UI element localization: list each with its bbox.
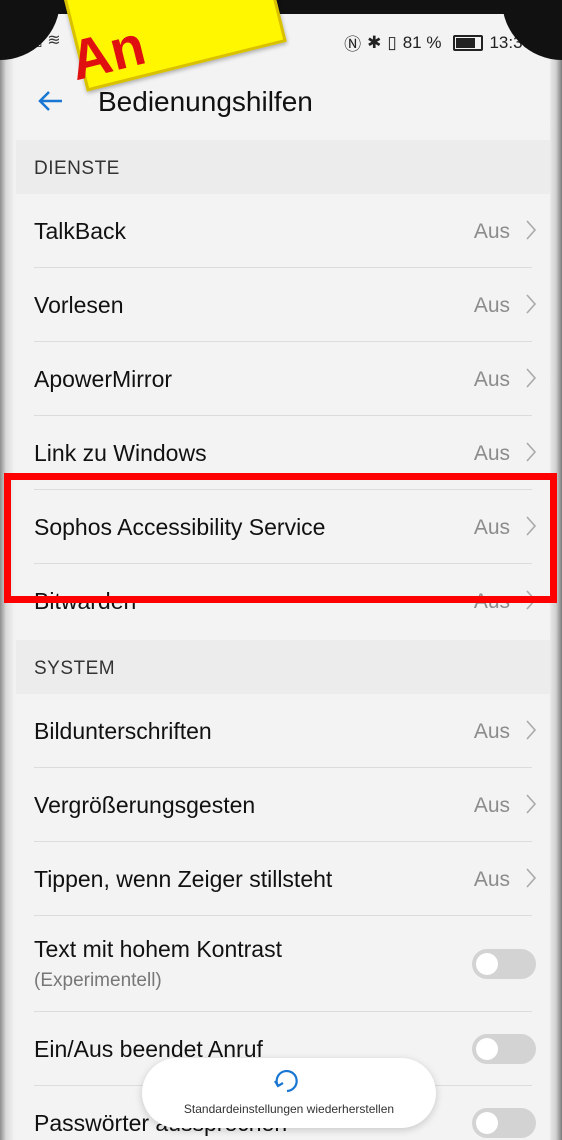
list-item-label: Vorlesen [34,292,124,318]
nfc-icon: Ⓝ [344,35,362,54]
list-item-sublabel: (Experimentell) [34,970,162,991]
power-ends-call-toggle[interactable] [472,1034,536,1064]
list-item-label: TalkBack [34,218,127,244]
chevron-right-icon [526,220,537,240]
refresh-icon [274,1069,298,1093]
high-contrast-toggle[interactable] [472,949,536,979]
section-header-dienste: DIENSTE [16,140,550,194]
list-item-value: Aus [473,720,510,743]
list-item-label: Text mit hohem Kontrast [34,936,282,962]
list-item-value: Aus [473,868,510,891]
battery-icon [453,34,484,51]
list-item-value: Aus [473,368,510,391]
section-header-system: SYSTEM [16,640,550,694]
list-item-label: Link zu Windows [34,440,207,466]
battery-percent: 81 % [402,32,442,52]
chevron-right-icon [526,294,537,314]
bluetooth-icon: ✱ [367,32,382,52]
restore-defaults-label: Standardeinstellungen wiederherstellen [183,1102,395,1116]
annotation-highlight-box [4,473,557,603]
chevron-right-icon [526,794,537,814]
list-item-tippen-wenn-zeiger-stillsteht[interactable]: Tippen, wenn Zeiger stillsteht Aus [16,842,550,916]
list-item-label: Bildunterschriften [34,718,212,744]
vibrate-icon: ▯ [387,32,397,52]
list-item-value: Aus [473,220,510,243]
list-item-value: Aus [473,294,510,317]
list-item-vorlesen[interactable]: Vorlesen Aus [16,268,550,342]
page-title: Bedienungshilfen [98,86,313,117]
chevron-right-icon [526,442,537,462]
chevron-right-icon [526,368,537,388]
list-item-label: Vergrößerungsgesten [34,792,256,818]
chevron-right-icon [526,720,537,740]
list-item-text-mit-hohem-kontrast[interactable]: Text mit hohem Kontrast (Experimentell) [16,916,550,1012]
status-icons-right: Ⓝ ✱ ▯ 81 % 13:30 [344,30,532,55]
list-item-value: Aus [473,442,510,465]
speak-passwords-toggle[interactable] [472,1108,536,1138]
list-item-apowermirror[interactable]: ApowerMirror Aus [16,342,550,416]
list-item-talkback[interactable]: TalkBack Aus [16,194,550,268]
arrow-left-icon[interactable] [36,86,66,116]
chevron-right-icon [526,868,537,888]
list-item-label: ApowerMirror [34,366,173,392]
list-item-vergroesserungsgesten[interactable]: Vergrößerungsgesten Aus [16,768,550,842]
list-item-value: Aus [473,794,510,817]
list-item-bildunterschriften[interactable]: Bildunterschriften Aus [16,694,550,768]
restore-defaults-button[interactable]: Standardeinstellungen wiederherstellen [142,1058,436,1128]
list-item-label: Tippen, wenn Zeiger stillsteht [34,866,333,892]
